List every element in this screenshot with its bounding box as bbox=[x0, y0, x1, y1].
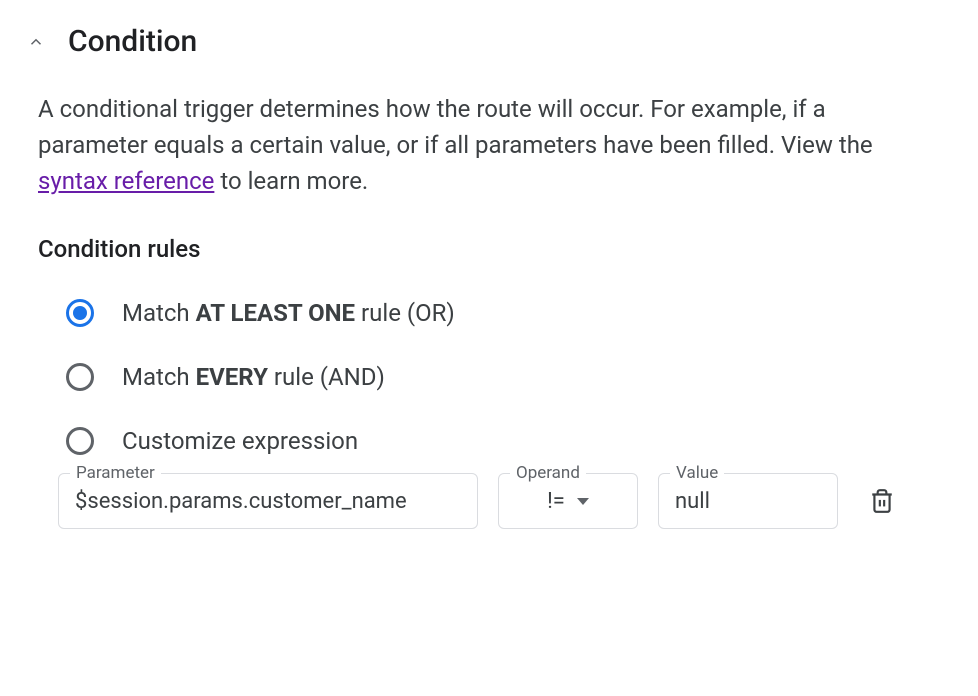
section-title: Condition bbox=[68, 24, 197, 59]
condition-rules-label: Condition rules bbox=[38, 235, 954, 263]
radio-option-and[interactable]: Match EVERY rule (AND) bbox=[66, 363, 954, 391]
radio-label-custom: Customize expression bbox=[122, 427, 358, 455]
description-text-pre: A conditional trigger determines how the… bbox=[38, 95, 873, 159]
caret-down-icon bbox=[577, 498, 589, 505]
operand-field-wrap: Operand != bbox=[498, 473, 638, 529]
parameter-field-wrap: Parameter bbox=[58, 473, 478, 529]
radio-option-or[interactable]: Match AT LEAST ONE rule (OR) bbox=[66, 299, 954, 327]
radio-icon bbox=[66, 363, 94, 391]
radio-label-and: Match EVERY rule (AND) bbox=[122, 363, 385, 391]
radio-group: Match AT LEAST ONE rule (OR) Match EVERY… bbox=[66, 299, 954, 455]
value-field-wrap: Value bbox=[658, 473, 838, 529]
parameter-label: Parameter bbox=[70, 463, 161, 483]
description-text-post: to learn more. bbox=[214, 167, 368, 195]
chevron-up-icon[interactable] bbox=[24, 30, 48, 54]
delete-rule-button[interactable] bbox=[866, 485, 898, 517]
condition-rule-row: Parameter Operand != Value bbox=[58, 473, 954, 529]
radio-label-or: Match AT LEAST ONE rule (OR) bbox=[122, 299, 455, 327]
section-description: A conditional trigger determines how the… bbox=[38, 91, 938, 199]
syntax-reference-link[interactable]: syntax reference bbox=[38, 167, 214, 195]
value-label: Value bbox=[670, 463, 724, 483]
operand-label: Operand bbox=[510, 463, 586, 483]
radio-icon bbox=[66, 427, 94, 455]
radio-option-custom[interactable]: Customize expression bbox=[66, 427, 954, 455]
trash-icon bbox=[869, 488, 895, 514]
radio-icon bbox=[66, 299, 94, 327]
operand-value: != bbox=[547, 489, 565, 514]
